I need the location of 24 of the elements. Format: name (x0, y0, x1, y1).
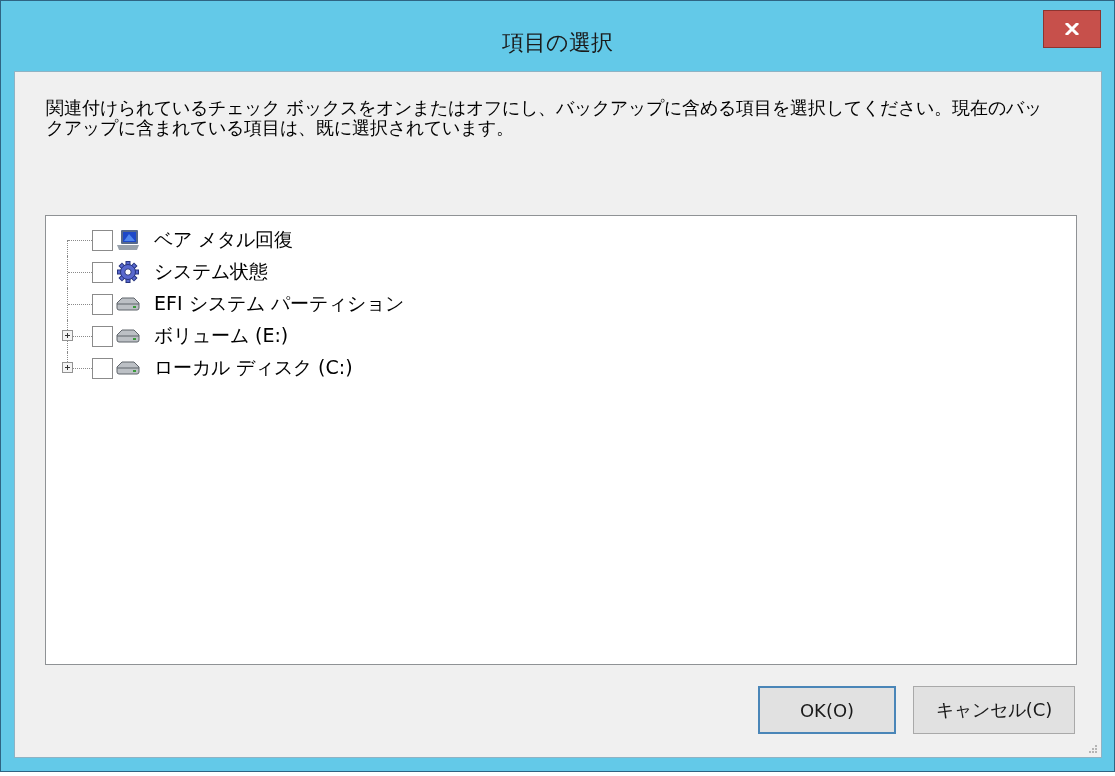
tree-item-label[interactable]: システム状態 (154, 259, 268, 285)
monitor-icon (117, 230, 139, 250)
checkbox[interactable] (92, 261, 113, 283)
close-button[interactable] (1043, 10, 1101, 48)
gear-icon (117, 261, 139, 283)
checkbox[interactable] (92, 325, 113, 347)
checkbox[interactable] (92, 357, 113, 379)
drive-icon (116, 329, 140, 343)
window-title: 項目の選択 (502, 29, 613, 57)
drive-icon (116, 361, 140, 375)
tree-item-label[interactable]: ボリューム (E:) (154, 323, 289, 349)
tree-item-label[interactable]: ベア メタル回復 (154, 227, 294, 253)
plus-icon[interactable] (62, 362, 73, 373)
close-icon (1065, 23, 1079, 35)
checkbox[interactable] (92, 293, 113, 315)
plus-icon[interactable] (62, 330, 73, 341)
resize-grip-icon[interactable] (1088, 744, 1097, 753)
tree-item-label[interactable]: ローカル ディスク (C:) (154, 355, 353, 381)
checkbox[interactable] (92, 229, 113, 251)
ok-button[interactable]: OK(O) (758, 686, 896, 734)
instruction-text: 関連付けられているチェック ボックスをオンまたはオフにし、バックアップに含める項目を選択してください。現在のバックアップに含まれている項目は、既に選択されています。 (46, 98, 1043, 138)
tree-item-label[interactable]: EFI システム パーティション (154, 291, 404, 317)
cancel-button[interactable]: キャンセル(C) (913, 686, 1075, 734)
drive-icon (116, 297, 140, 311)
